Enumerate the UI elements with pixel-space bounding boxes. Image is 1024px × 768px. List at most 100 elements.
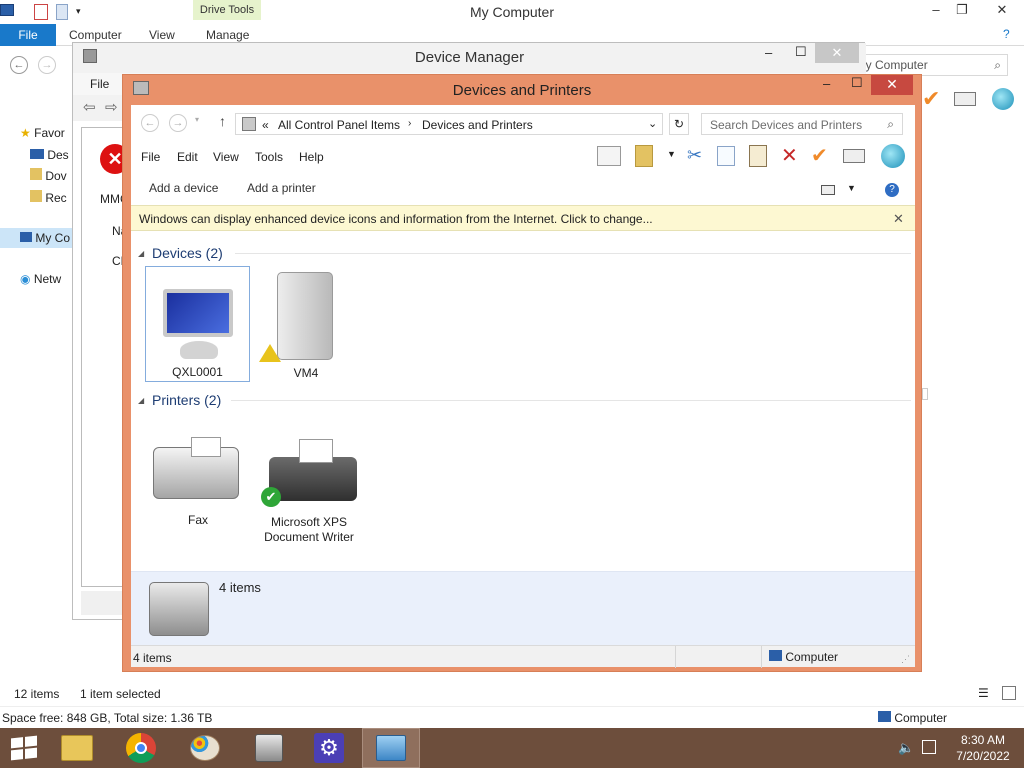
maximize-button[interactable]: ☐ — [795, 44, 807, 60]
start-button[interactable] — [0, 728, 48, 768]
device-icon[interactable] — [954, 92, 976, 106]
menu-view[interactable]: View — [213, 150, 239, 164]
device-settings-icon[interactable] — [843, 149, 865, 163]
breadcrumb-control-panel[interactable]: All Control Panel Items — [278, 118, 400, 132]
info-bar[interactable]: Windows can display enhanced device icon… — [131, 205, 915, 231]
file-tab[interactable]: File — [0, 24, 56, 46]
large-icons-view-icon[interactable] — [1002, 686, 1016, 700]
volume-muted-icon[interactable]: 🔈 — [898, 740, 914, 756]
devices-printers-body: ← → ▾ ↑ « All Control Panel Items › Devi… — [131, 105, 915, 668]
details-view-icon[interactable]: ☰ — [978, 686, 989, 700]
nav-downloads[interactable]: Dov — [30, 168, 67, 183]
refresh-icon[interactable]: ↻ — [669, 113, 689, 135]
devices-group-header[interactable]: Devices (2) — [152, 245, 223, 261]
properties-check-icon[interactable]: ✔ — [922, 86, 940, 112]
tab-computer[interactable]: Computer — [69, 28, 122, 42]
nav-my-computer[interactable]: My Co — [0, 228, 72, 248]
taskbar-file-explorer[interactable] — [48, 728, 106, 768]
dropdown-arrow-icon[interactable]: ▼ — [667, 149, 676, 159]
breadcrumb-overflow[interactable]: « — [262, 118, 269, 132]
nav-desktop[interactable]: Des — [30, 148, 69, 162]
warning-icon — [259, 344, 281, 362]
printer-tile[interactable]: Fax — [145, 435, 251, 535]
computer-icon — [769, 650, 782, 661]
back-icon[interactable]: ⇦ — [83, 98, 96, 116]
address-dropdown-icon[interactable]: ⌄ — [648, 117, 657, 130]
close-button[interactable]: ✕ — [815, 43, 859, 63]
globe-icon[interactable] — [992, 88, 1014, 110]
forward-icon[interactable]: → — [169, 114, 187, 132]
tab-manage[interactable]: Manage — [206, 28, 249, 42]
menu-file[interactable]: File — [90, 77, 109, 91]
network-tray-icon[interactable] — [922, 740, 936, 754]
nav-recent[interactable]: Rec — [30, 190, 67, 205]
help-icon[interactable]: ? — [885, 183, 899, 197]
taskbar-device-manager[interactable] — [240, 728, 298, 768]
back-icon[interactable]: ← — [141, 114, 159, 132]
printer-tile[interactable]: ✔ Microsoft XPS Document Writer — [255, 435, 363, 553]
maximize-button[interactable]: ❐ — [947, 0, 977, 22]
recent-places-icon — [30, 190, 42, 202]
close-button[interactable]: ✕ — [871, 75, 913, 95]
search-input[interactable]: Search Devices and Printers ⌕ — [701, 113, 903, 135]
printer-label: Microsoft XPS Document Writer — [264, 515, 354, 544]
minimize-button[interactable]: – — [765, 45, 772, 60]
help-icon[interactable]: ? — [1003, 27, 1010, 41]
device-tile[interactable]: VM4 — [259, 266, 353, 382]
printers-group-header[interactable]: Printers (2) — [152, 392, 221, 408]
globe-icon[interactable] — [881, 144, 905, 168]
menu-tools[interactable]: Tools — [255, 150, 283, 164]
tab-view[interactable]: View — [149, 28, 175, 42]
close-icon[interactable]: ✕ — [893, 211, 904, 227]
menu-edit[interactable]: Edit — [177, 150, 198, 164]
taskbar-settings[interactable]: ⚙ — [300, 728, 358, 768]
change-view-icon[interactable] — [821, 185, 835, 195]
properties-check-icon[interactable]: ✔ — [811, 143, 828, 168]
copy-icon[interactable] — [717, 146, 735, 166]
preview-pane-icon[interactable] — [597, 146, 621, 166]
minimize-button[interactable]: – — [823, 76, 830, 91]
view-dropdown-icon[interactable]: ▼ — [847, 183, 856, 193]
scrollbar-thumb[interactable] — [922, 388, 928, 400]
nav-favorites[interactable]: ★ Favor — [20, 126, 65, 140]
status-bar: 4 items Computer ⋰ — [131, 645, 915, 668]
command-bar: Add a device Add a printer ▼ ? — [131, 173, 915, 203]
taskbar-paint[interactable] — [176, 728, 234, 768]
folder-options-icon[interactable] — [635, 145, 653, 167]
paste-icon[interactable] — [749, 145, 767, 167]
close-button[interactable]: ✕ — [984, 0, 1020, 22]
cut-icon[interactable]: ✂ — [687, 145, 702, 166]
back-icon[interactable]: ← — [10, 56, 28, 74]
nav-label: Dov — [45, 169, 67, 183]
resize-grip-icon[interactable]: ⋰ — [901, 654, 910, 665]
address-bar[interactable]: « All Control Panel Items › Devices and … — [235, 113, 663, 135]
printers-collapse-icon[interactable]: ◢ — [138, 396, 144, 405]
breadcrumb-separator-icon[interactable]: › — [408, 118, 411, 129]
nav-label: Rec — [45, 191, 67, 205]
menu-file[interactable]: File — [141, 150, 160, 164]
device-tile[interactable]: QXL0001 — [145, 266, 250, 382]
nav-label: Favor — [34, 126, 65, 140]
zone-label: Computer — [894, 711, 948, 725]
menu-help[interactable]: Help — [299, 150, 324, 164]
taskbar-chrome[interactable] — [112, 728, 170, 768]
up-icon[interactable]: ↑ — [219, 113, 226, 129]
clock[interactable]: 8:30 AM 7/20/2022 — [944, 732, 1022, 764]
clock-date: 7/20/2022 — [956, 749, 1010, 763]
recent-dropdown-icon[interactable]: ▾ — [195, 115, 199, 124]
forward-icon[interactable]: ⇨ — [105, 98, 118, 116]
forward-icon[interactable]: → — [38, 56, 56, 74]
add-device-button[interactable]: Add a device — [149, 181, 218, 195]
computer-icon — [20, 232, 32, 242]
devices-collapse-icon[interactable]: ◢ — [138, 249, 144, 258]
computer-icon — [878, 711, 891, 722]
drive-icon — [277, 272, 333, 360]
explorer-search-input[interactable]: ly Computer ⌕ — [858, 54, 1008, 76]
maximize-button[interactable]: ☐ — [851, 75, 863, 91]
breadcrumb-devices-printers[interactable]: Devices and Printers — [422, 118, 533, 132]
explorer-title: My Computer — [469, 4, 555, 20]
nav-network[interactable]: ◉ Netw — [20, 272, 61, 286]
delete-icon[interactable]: ✕ — [781, 143, 798, 168]
add-printer-button[interactable]: Add a printer — [247, 181, 316, 195]
taskbar-control-panel[interactable] — [362, 728, 420, 768]
